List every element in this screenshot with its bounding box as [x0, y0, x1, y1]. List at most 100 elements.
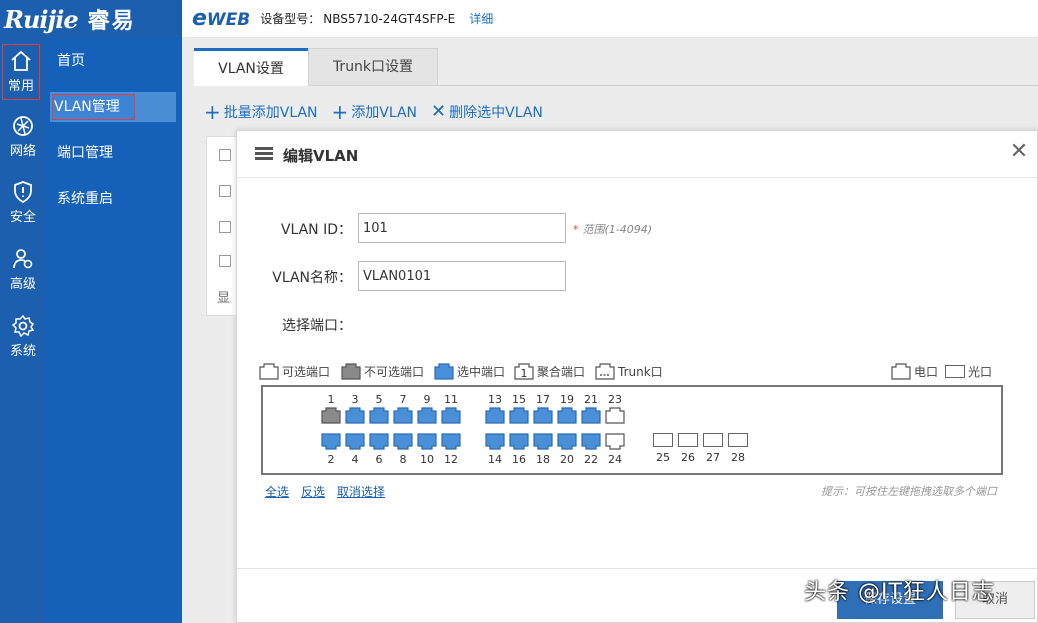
- rail-item-system[interactable]: 系统: [0, 310, 46, 366]
- port-24[interactable]: [605, 433, 625, 450]
- delete-selected-vlan-button[interactable]: ✕ 删除选中VLAN: [431, 102, 543, 122]
- vlan-id-input[interactable]: [358, 213, 566, 243]
- port-number: 9: [423, 393, 431, 406]
- row-checkbox[interactable]: [219, 221, 231, 233]
- port-2[interactable]: [321, 433, 341, 450]
- submenu-item-home[interactable]: 首页: [56, 46, 176, 76]
- port-selectable-icon: [259, 363, 279, 380]
- model-value: NBS5710-24GT4SFP-E: [323, 11, 456, 26]
- port-copper-icon: [891, 363, 911, 380]
- port-4[interactable]: [345, 433, 365, 450]
- port-6[interactable]: [369, 433, 389, 450]
- port-21[interactable]: [581, 407, 601, 424]
- port-23[interactable]: [605, 407, 625, 424]
- rail-label: 高级: [9, 277, 36, 292]
- legend-unselectable: 不可选端口: [341, 363, 424, 380]
- port-19[interactable]: [557, 407, 577, 424]
- advanced-user-icon: [13, 249, 33, 269]
- port-panel: 1 3 5 7 9 11 13 15 17 19 21 23 2 4 6 8 10 12 14 16 18 20 22 24 2…: [261, 385, 1003, 475]
- sub-nav: 首页 VLAN管理 端口管理 系统重启: [46, 38, 182, 623]
- port-18[interactable]: [533, 433, 553, 450]
- invert-selection-link[interactable]: 反选: [301, 483, 325, 500]
- port-15[interactable]: [509, 407, 529, 424]
- rail-label: 安全: [9, 210, 36, 225]
- clear-selection-link[interactable]: 取消选择: [337, 483, 385, 500]
- port-26[interactable]: [678, 433, 698, 447]
- port-number: 20: [560, 453, 574, 466]
- select-all-link[interactable]: 全选: [265, 483, 289, 500]
- legend-selected: 选中端口: [434, 363, 505, 380]
- port-number: 21: [584, 393, 598, 406]
- legend-fiber: 光口: [945, 363, 992, 380]
- submenu-item-ports[interactable]: 端口管理: [56, 138, 176, 168]
- port-number: 16: [512, 453, 526, 466]
- port-8[interactable]: [393, 433, 413, 450]
- port-5[interactable]: [369, 407, 389, 424]
- dialog-title: 编辑VLAN: [283, 147, 359, 165]
- header-bar: eWEB 设备型号： NBS5710-24GT4SFP-E 详细: [182, 0, 1038, 38]
- eweb-logo: eWEB: [192, 6, 251, 31]
- submenu-item-vlan[interactable]: VLAN管理: [52, 94, 135, 120]
- port-number: 12: [444, 453, 458, 466]
- logo-cn: 睿易: [87, 9, 136, 34]
- port-1[interactable]: [321, 407, 341, 424]
- batch-add-vlan-button[interactable]: + 批量添加VLAN: [204, 102, 318, 122]
- port-9[interactable]: [417, 407, 437, 424]
- legend-selectable: 可选端口: [259, 363, 330, 380]
- tab-vlan-settings[interactable]: VLAN设置: [194, 48, 308, 86]
- legend-aggregate: 1 聚合端口: [514, 363, 585, 380]
- home-icon: [11, 50, 31, 71]
- port-20[interactable]: [557, 433, 577, 450]
- port-number: 2: [327, 453, 335, 466]
- port-7[interactable]: [393, 407, 413, 424]
- gear-icon: [11, 314, 35, 338]
- close-icon[interactable]: ✕: [1007, 141, 1031, 165]
- port-27[interactable]: [703, 433, 723, 447]
- detail-link[interactable]: 详细: [469, 10, 493, 27]
- port-number: 10: [420, 453, 434, 466]
- port-unselectable-icon: [341, 363, 361, 380]
- tab-trunk-settings[interactable]: Trunk口设置: [308, 48, 438, 86]
- rail-item-advanced[interactable]: 高级: [0, 243, 46, 299]
- port-aggregate-icon: 1: [514, 363, 534, 380]
- port-16[interactable]: [509, 433, 529, 450]
- toolbar: + 批量添加VLAN + 添加VLAN ✕ 删除选中VLAN: [204, 102, 543, 122]
- rail-item-security[interactable]: 安全: [0, 176, 46, 232]
- port-number: 3: [351, 393, 359, 406]
- vlan-name-input[interactable]: [358, 261, 566, 291]
- port-3[interactable]: [345, 407, 365, 424]
- port-14[interactable]: [485, 433, 505, 450]
- brand-logo: Ruijie 睿易: [0, 0, 182, 38]
- port-25[interactable]: [653, 433, 673, 447]
- tab-bar: VLAN设置 Trunk口设置: [194, 48, 1038, 86]
- port-13[interactable]: [485, 407, 505, 424]
- port-number: 8: [399, 453, 407, 466]
- menu-icon: [255, 147, 273, 161]
- port-number: 24: [608, 453, 622, 466]
- port-number: 19: [560, 393, 574, 406]
- port-10[interactable]: [417, 433, 437, 450]
- rail-label: 网络: [9, 144, 36, 159]
- row-checkbox[interactable]: [219, 255, 231, 267]
- submenu-item-reboot[interactable]: 系统重启: [56, 184, 176, 214]
- port-number: 4: [351, 453, 359, 466]
- port-number: 13: [488, 393, 502, 406]
- row-checkbox[interactable]: [219, 185, 231, 197]
- port-22[interactable]: [581, 433, 601, 450]
- rail-item-network[interactable]: 网络: [0, 110, 46, 166]
- port-12[interactable]: [441, 433, 461, 450]
- add-vlan-button[interactable]: + 添加VLAN: [332, 102, 418, 122]
- port-28[interactable]: [728, 433, 748, 447]
- port-number: 5: [375, 393, 383, 406]
- port-17[interactable]: [533, 407, 553, 424]
- vlan-id-hint: * 范围(1-4094): [573, 223, 653, 236]
- rail-label: 常用: [7, 79, 34, 94]
- watermark-text: 头条 @IT狂人日志: [804, 580, 995, 605]
- port-number: 27: [706, 451, 720, 464]
- edit-vlan-dialog: 编辑VLAN ✕ VLAN ID： *范围(1-4094) VLAN名称： 选择…: [236, 130, 1038, 623]
- drag-hint: 提示：可按住左键拖拽选取多个端口: [821, 485, 997, 498]
- row-checkbox[interactable]: [219, 149, 231, 161]
- rail-item-common[interactable]: 常用: [2, 44, 40, 100]
- port-11[interactable]: [441, 407, 461, 424]
- port-fiber-icon: [945, 365, 965, 378]
